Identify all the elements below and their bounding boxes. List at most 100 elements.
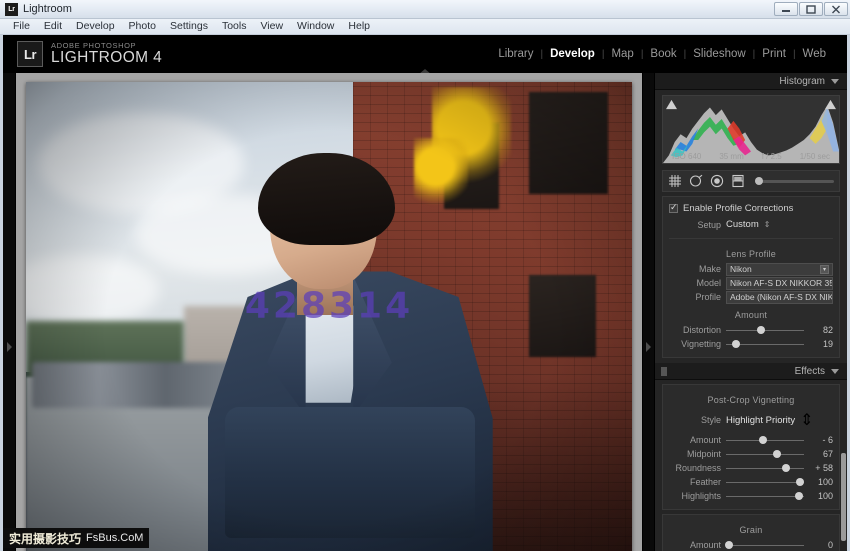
right-edge-strip[interactable] [642,73,654,551]
enable-profile-corrections-row[interactable]: Enable Profile Corrections [669,201,833,217]
module-develop[interactable]: Develop [543,48,602,60]
red-eye-icon[interactable] [710,174,724,188]
effects-panel-switch[interactable] [661,366,667,376]
vignette-feather-row[interactable]: Feather 100 [669,475,833,489]
window-controls [774,2,848,16]
spot-removal-icon[interactable] [689,174,703,188]
vignette-roundness-label: Roundness [675,463,721,473]
menu-develop[interactable]: Develop [69,19,122,34]
scrollbar-thumb[interactable] [841,453,846,541]
vignetting-slider[interactable] [726,340,804,348]
vignetting-row[interactable]: Vignetting 19 [669,337,833,351]
enable-profile-corrections-checkbox[interactable] [669,202,678,213]
vignette-feather-slider[interactable] [726,478,805,486]
module-map[interactable]: Map [604,48,640,60]
chevron-down-icon[interactable] [831,78,839,84]
photo-overlay-number: 428314 [244,285,414,327]
graduated-filter-icon[interactable] [731,174,745,188]
grain-amount-slider[interactable] [725,541,804,549]
module-print[interactable]: Print [755,48,793,60]
left-panel-toggle[interactable] [3,73,16,551]
amount-title: Amount [734,310,768,320]
distortion-row[interactable]: Distortion 82 [669,323,833,337]
crop-overlay-icon[interactable] [668,174,682,188]
menu-help[interactable]: Help [341,19,377,34]
menu-tools[interactable]: Tools [215,19,254,34]
identity-line2: LIGHTROOM 4 [51,48,163,66]
vignette-midpoint-row[interactable]: Midpoint 67 [669,447,833,461]
post-crop-vignetting-title: Post-Crop Vignetting [707,395,795,405]
lens-profile-select[interactable]: Adobe (Nikon AF-S DX NIKKO... ▾ [726,290,833,304]
vignetting-label: Vignetting [681,339,721,349]
vignette-midpoint-slider[interactable] [726,450,804,458]
distortion-slider[interactable] [726,326,804,334]
stepper-icon[interactable]: ⇕ [764,220,771,229]
grain-amount-value: 0 [827,540,833,550]
setup-label: Setup [697,219,721,230]
histogram-panel: ISO 640 35 mm f / 2.5 1/50 sec [655,90,847,167]
vignette-highlights-label: Highlights [681,491,721,501]
lens-profile-label: Profile [695,292,721,302]
menu-file[interactable]: File [6,19,37,34]
lens-make-value: Nikon [730,264,752,274]
lens-model-select[interactable]: Nikon AF-S DX NIKKOR 35mm... ▾ [726,276,833,290]
menu-photo[interactable]: Photo [122,19,163,34]
vignette-highlights-row[interactable]: Highlights 100 [669,489,833,503]
vignette-roundness-value: + 58 [815,463,833,473]
effects-panel-header[interactable]: Effects [655,363,847,380]
menu-view[interactable]: View [253,19,290,34]
lens-profile-row[interactable]: Profile Adobe (Nikon AF-S DX NIKKO... ▾ [669,290,833,304]
lightroom-app: Lr ADOBE PHOTOSHOP LIGHTROOM 4 Library |… [0,35,850,551]
vignette-style-value[interactable]: Highlight Priority [726,415,795,426]
app-icon: Lr [5,2,18,16]
divider [669,238,833,239]
vignette-midpoint-value: 67 [822,449,833,459]
vignette-amount-row[interactable]: Amount - 6 [669,433,833,447]
module-slideshow[interactable]: Slideshow [686,48,752,60]
stepper-icon[interactable]: ⇕ [800,410,813,430]
module-book[interactable]: Book [643,48,683,60]
module-library[interactable]: Library [491,48,540,60]
exif-iso: ISO 640 [671,152,702,161]
vignette-highlights-slider[interactable] [726,492,804,500]
photo-preview[interactable]: 428314 poco摄影专题 http://photo.poco.cn/ [26,82,632,551]
module-web[interactable]: Web [796,48,833,60]
poco-brand: poco摄影专题 [495,547,623,551]
lens-model-label: Model [696,278,721,288]
right-panel-scrollbar[interactable] [841,73,846,551]
chevron-down-icon[interactable] [831,368,839,374]
grain-panel: Grain Amount 0 Size 25 Roughness [662,514,840,551]
chevron-down-icon[interactable]: ▾ [820,264,829,274]
menubar: File Edit Develop Photo Settings Tools V… [0,19,850,35]
vignette-feather-value: 100 [817,477,833,487]
chevron-right-icon [646,342,651,352]
lens-model-row[interactable]: Model Nikon AF-S DX NIKKOR 35mm... ▾ [669,276,833,290]
histogram-panel-header[interactable]: Histogram [655,73,847,90]
maximize-button[interactable] [799,2,823,16]
chevron-right-icon [6,342,12,352]
vignette-roundness-slider[interactable] [726,464,804,472]
adjustment-brush-slider[interactable] [755,177,834,185]
develop-tool-strip [662,170,840,192]
lens-make-select[interactable]: Nikon ▾ [726,262,833,276]
vignette-style-row[interactable]: Style Highlight Priority ⇕ [669,408,833,433]
lens-make-row[interactable]: Make Nikon ▾ [669,262,833,276]
minimize-button[interactable] [774,2,798,16]
histogram-title: Histogram [779,75,825,87]
vignette-amount-slider[interactable] [726,436,804,444]
setup-row[interactable]: Setup Custom ⇕ [669,217,833,234]
vignette-amount-value: - 6 [822,435,833,445]
poco-brand-text: poco [495,546,554,551]
window-title: Lightroom [23,3,72,15]
lightroom-body: 428314 poco摄影专题 http://photo.poco.cn/ [3,73,847,551]
menu-window[interactable]: Window [290,19,341,34]
lens-model-value: Nikon AF-S DX NIKKOR 35mm... [730,278,832,288]
histogram-graph[interactable]: ISO 640 35 mm f / 2.5 1/50 sec [662,95,840,164]
histogram-exif: ISO 640 35 mm f / 2.5 1/50 sec [663,152,839,161]
close-button[interactable] [824,2,848,16]
vignette-roundness-row[interactable]: Roundness + 58 [669,461,833,475]
setup-value[interactable]: Custom [726,219,759,230]
menu-edit[interactable]: Edit [37,19,69,34]
menu-settings[interactable]: Settings [163,19,215,34]
grain-amount-row[interactable]: Amount 0 [669,538,833,551]
